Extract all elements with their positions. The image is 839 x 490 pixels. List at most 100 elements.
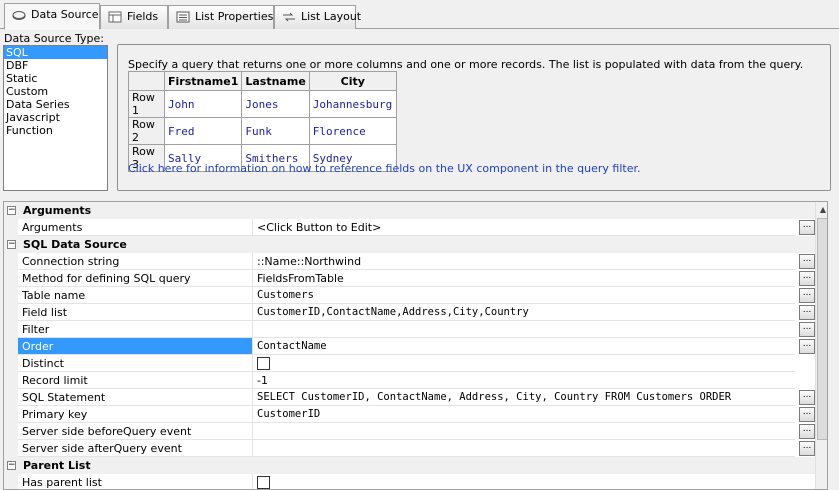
data-source-type-list[interactable]: SQL DBF Static Custom Data Series Javasc… bbox=[3, 45, 108, 191]
list-properties-icon bbox=[176, 11, 190, 23]
ellipsis-button[interactable]: ... bbox=[799, 271, 815, 286]
row-header: Row 2 bbox=[128, 117, 165, 145]
category-sql-data-source[interactable]: − SQL Data Source bbox=[4, 236, 815, 253]
property-value[interactable]: FieldsFromTable bbox=[253, 270, 795, 287]
list-item-static[interactable]: Static bbox=[4, 72, 107, 85]
tab-list-properties[interactable]: List Properties bbox=[168, 5, 274, 29]
property-name: Order bbox=[18, 338, 253, 355]
distinct-checkbox[interactable] bbox=[257, 357, 270, 370]
info-panel: Specify a query that returns one or more… bbox=[117, 44, 831, 191]
row-gutter bbox=[4, 440, 18, 457]
tab-label: Data Source bbox=[31, 8, 99, 21]
tab-label: List Properties bbox=[195, 10, 274, 23]
row-gutter bbox=[4, 474, 18, 489]
property-name: Field list bbox=[18, 304, 253, 321]
property-name: Record limit bbox=[18, 372, 253, 389]
property-name: Table name bbox=[18, 287, 253, 304]
row-gutter bbox=[4, 338, 18, 355]
property-value[interactable]: ContactName bbox=[253, 338, 795, 355]
row-gutter bbox=[4, 355, 18, 372]
property-row-table-name[interactable]: Table name Customers ... bbox=[4, 287, 815, 304]
property-value[interactable] bbox=[253, 321, 795, 338]
property-value[interactable]: SELECT CustomerID, ContactName, Address,… bbox=[253, 389, 795, 406]
property-row-field-list[interactable]: Field list CustomerID,ContactName,Addres… bbox=[4, 304, 815, 321]
property-name: Distinct bbox=[18, 355, 253, 372]
row-gutter bbox=[4, 321, 18, 338]
fields-icon bbox=[108, 11, 122, 23]
vertical-scrollbar[interactable]: ▲ bbox=[815, 202, 827, 489]
property-row-sql-statement[interactable]: SQL Statement SELECT CustomerID, Contact… bbox=[4, 389, 815, 406]
property-name: Connection string bbox=[18, 253, 253, 270]
property-name: SQL Statement bbox=[18, 389, 253, 406]
category-arguments[interactable]: − Arguments bbox=[4, 202, 815, 219]
row-gutter bbox=[4, 372, 18, 389]
sample-data-table: Firstname1 Lastname City Row 1 John Jone… bbox=[128, 71, 397, 172]
property-row-primary-key[interactable]: Primary key CustomerID ... bbox=[4, 406, 815, 423]
ellipsis-button[interactable]: ... bbox=[799, 322, 815, 337]
property-row-arguments[interactable]: Arguments <Click Button to Edit> ... bbox=[4, 219, 815, 236]
property-value[interactable]: Customers bbox=[253, 287, 795, 304]
table-cell: Johannesburg bbox=[308, 90, 397, 118]
row-gutter bbox=[4, 389, 18, 406]
table-cell: Fred bbox=[163, 117, 243, 145]
ellipsis-button[interactable]: ... bbox=[799, 441, 815, 456]
ellipsis-button[interactable]: ... bbox=[799, 339, 815, 354]
tab-fields[interactable]: Fields bbox=[100, 5, 168, 29]
query-filter-help-link[interactable]: Click here for information on how to ref… bbox=[128, 162, 640, 175]
property-row-method[interactable]: Method for defining SQL query FieldsFrom… bbox=[4, 270, 815, 287]
tab-data-source[interactable]: Data Source bbox=[4, 3, 100, 30]
property-value[interactable]: CustomerID bbox=[253, 406, 795, 423]
list-item-data-series[interactable]: Data Series bbox=[4, 98, 107, 111]
list-item-dbf[interactable]: DBF bbox=[4, 59, 107, 72]
property-row-order[interactable]: Order ContactName ... bbox=[4, 338, 815, 355]
property-value[interactable]: <Click Button to Edit> bbox=[253, 219, 795, 236]
ellipsis-button[interactable]: ... bbox=[799, 424, 815, 439]
ellipsis-button[interactable]: ... bbox=[799, 254, 815, 269]
property-row-has-parent-list[interactable]: Has parent list bbox=[4, 474, 815, 489]
table-row: Row 1 John Jones Johannesburg bbox=[128, 90, 397, 118]
property-row-filter[interactable]: Filter ... bbox=[4, 321, 815, 338]
property-value[interactable]: -1 bbox=[253, 372, 795, 389]
scrollbar-thumb[interactable] bbox=[817, 218, 827, 440]
category-parent-list[interactable]: − Parent List bbox=[4, 457, 815, 474]
property-row-distinct[interactable]: Distinct bbox=[4, 355, 815, 372]
list-item-sql[interactable]: SQL bbox=[4, 46, 107, 59]
property-value[interactable]: CustomerID,ContactName,Address,City,Coun… bbox=[253, 304, 795, 321]
table-header-row: Firstname1 Lastname City bbox=[128, 71, 397, 91]
has-parent-list-checkbox[interactable] bbox=[257, 476, 270, 489]
table-cell: Jones bbox=[241, 90, 310, 118]
database-icon bbox=[12, 11, 26, 20]
row-gutter bbox=[4, 270, 18, 287]
table-row: Row 2 Fred Funk Florence bbox=[128, 117, 397, 145]
ellipsis-button[interactable]: ... bbox=[799, 288, 815, 303]
collapse-icon[interactable]: − bbox=[7, 240, 16, 249]
corner-cell bbox=[128, 71, 165, 91]
property-value[interactable] bbox=[253, 423, 795, 440]
property-row-before-query[interactable]: Server side beforeQuery event ... bbox=[4, 423, 815, 440]
property-name: Primary key bbox=[18, 406, 253, 423]
tab-list-layout[interactable]: List Layout bbox=[274, 5, 361, 29]
info-description: Specify a query that returns one or more… bbox=[128, 58, 804, 71]
property-value[interactable]: ::Name::Northwind bbox=[253, 253, 795, 270]
ellipsis-button[interactable]: ... bbox=[799, 220, 815, 235]
row-header: Row 1 bbox=[128, 90, 165, 118]
list-item-javascript-function[interactable]: Javascript Function bbox=[4, 111, 107, 137]
collapse-icon[interactable]: − bbox=[7, 461, 16, 470]
property-row-after-query[interactable]: Server side afterQuery event ... bbox=[4, 440, 815, 457]
data-source-type-label: Data Source Type: bbox=[4, 32, 105, 45]
property-grid: − Arguments Arguments <Click Button to E… bbox=[3, 201, 828, 490]
property-value bbox=[253, 474, 795, 489]
row-gutter bbox=[4, 219, 18, 236]
column-header: Firstname1 bbox=[163, 71, 243, 91]
collapse-icon[interactable]: − bbox=[7, 206, 16, 215]
property-row-record-limit[interactable]: Record limit -1 bbox=[4, 372, 815, 389]
ellipsis-button[interactable]: ... bbox=[799, 390, 815, 405]
ellipsis-button[interactable]: ... bbox=[799, 407, 815, 422]
property-value[interactable] bbox=[253, 440, 795, 457]
category-label: SQL Data Source bbox=[23, 238, 127, 251]
property-row-connection-string[interactable]: Connection string ::Name::Northwind ... bbox=[4, 253, 815, 270]
tab-label: Fields bbox=[127, 10, 159, 23]
ellipsis-button[interactable]: ... bbox=[799, 305, 815, 320]
scroll-up-arrow-icon[interactable]: ▲ bbox=[818, 205, 827, 215]
list-item-custom[interactable]: Custom bbox=[4, 85, 107, 98]
